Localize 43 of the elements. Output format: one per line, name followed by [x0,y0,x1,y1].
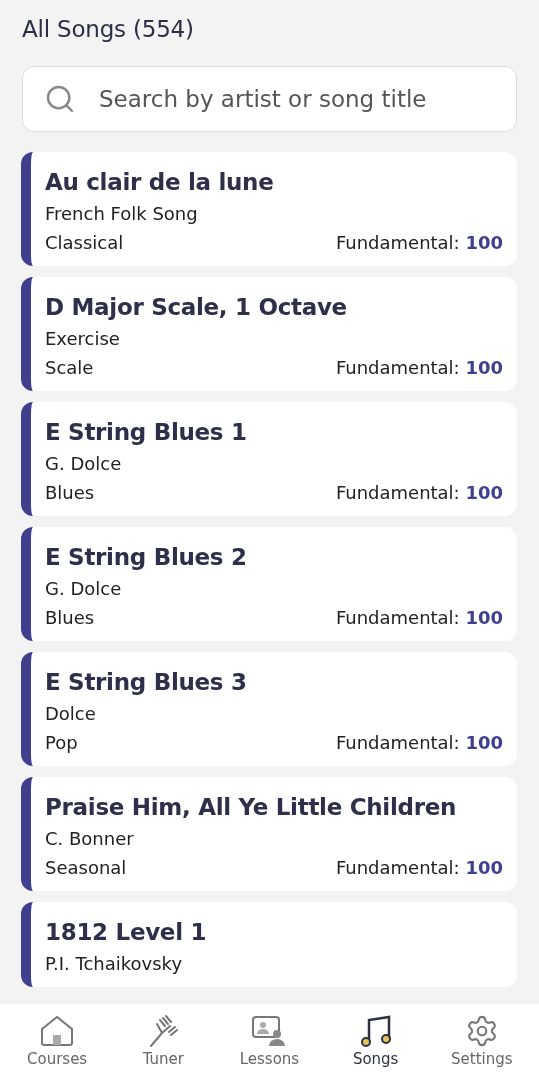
song-card[interactable]: Praise Him, All Ye Little Children C. Bonner Seasonal Fundamental: 100 [21,777,517,891]
song-genre: Seasonal [45,856,127,880]
song-title: E String Blues 1 [45,418,248,447]
song-title: Au clair de la lune [45,168,275,197]
level-score: Fundamental: 100 [335,231,503,255]
song-artist: Dolce [45,702,97,726]
song-artist: G. Dolce [45,577,123,601]
song-title: 1812 Level 1 [45,918,208,947]
song-genre: Scale [45,356,94,380]
level-score: Fundamental: 100 [335,606,503,630]
song-card[interactable]: D Major Scale, 1 Octave Exercise Scale Fundamental: 100 [21,277,517,391]
nav-tab[interactable]: Songs [325,1013,426,1068]
search-field[interactable]: Search by artist or song title [22,66,517,132]
nav-tab[interactable]: Lessons [219,1013,320,1068]
song-genre: Blues [45,481,95,505]
house-icon [39,1013,76,1048]
song-genre: Pop [45,731,78,755]
nav-tab[interactable]: Tuner [113,1013,214,1068]
level-score: Fundamental: 100 [335,731,503,755]
song-artist: P.I. Tchaikovsky [45,952,184,976]
song-card[interactable]: E String Blues 2 G. Dolce Blues Fundamental: 100 [21,527,517,641]
level-score: Fundamental: 100 [335,856,503,880]
song-genre: Classical [45,231,124,255]
song-artist: French Folk Song [45,202,199,226]
song-artist: Exercise [45,327,121,351]
song-genre: Blues [45,606,95,630]
search-icon [44,83,76,115]
level-score: Fundamental: 100 [335,356,503,380]
song-card[interactable]: E String Blues 1 G. Dolce Blues Fundamental: 100 [21,402,517,516]
song-card[interactable]: E String Blues 3 Dolce Pop Fundamental: 100 [21,652,517,766]
page-title: All Songs (554) [22,15,195,44]
nav-tab[interactable]: Courses [7,1013,108,1068]
video-lesson-icon [251,1013,288,1048]
song-title: D Major Scale, 1 Octave [45,293,348,322]
level-score: Fundamental: 100 [335,481,503,505]
song-artist: G. Dolce [45,452,123,476]
song-title: E String Blues 3 [45,668,248,697]
song-title: Praise Him, All Ye Little Children [45,793,458,822]
song-artist: C. Bonner [45,827,135,851]
song-card[interactable]: 1812 Level 1 P.I. Tchaikovsky [21,902,517,987]
song-card[interactable]: Au clair de la lune French Folk Song Classical Fundamental: 100 [21,152,517,266]
nav-tab[interactable]: Settings [431,1013,532,1068]
song-title: E String Blues 2 [45,543,248,572]
